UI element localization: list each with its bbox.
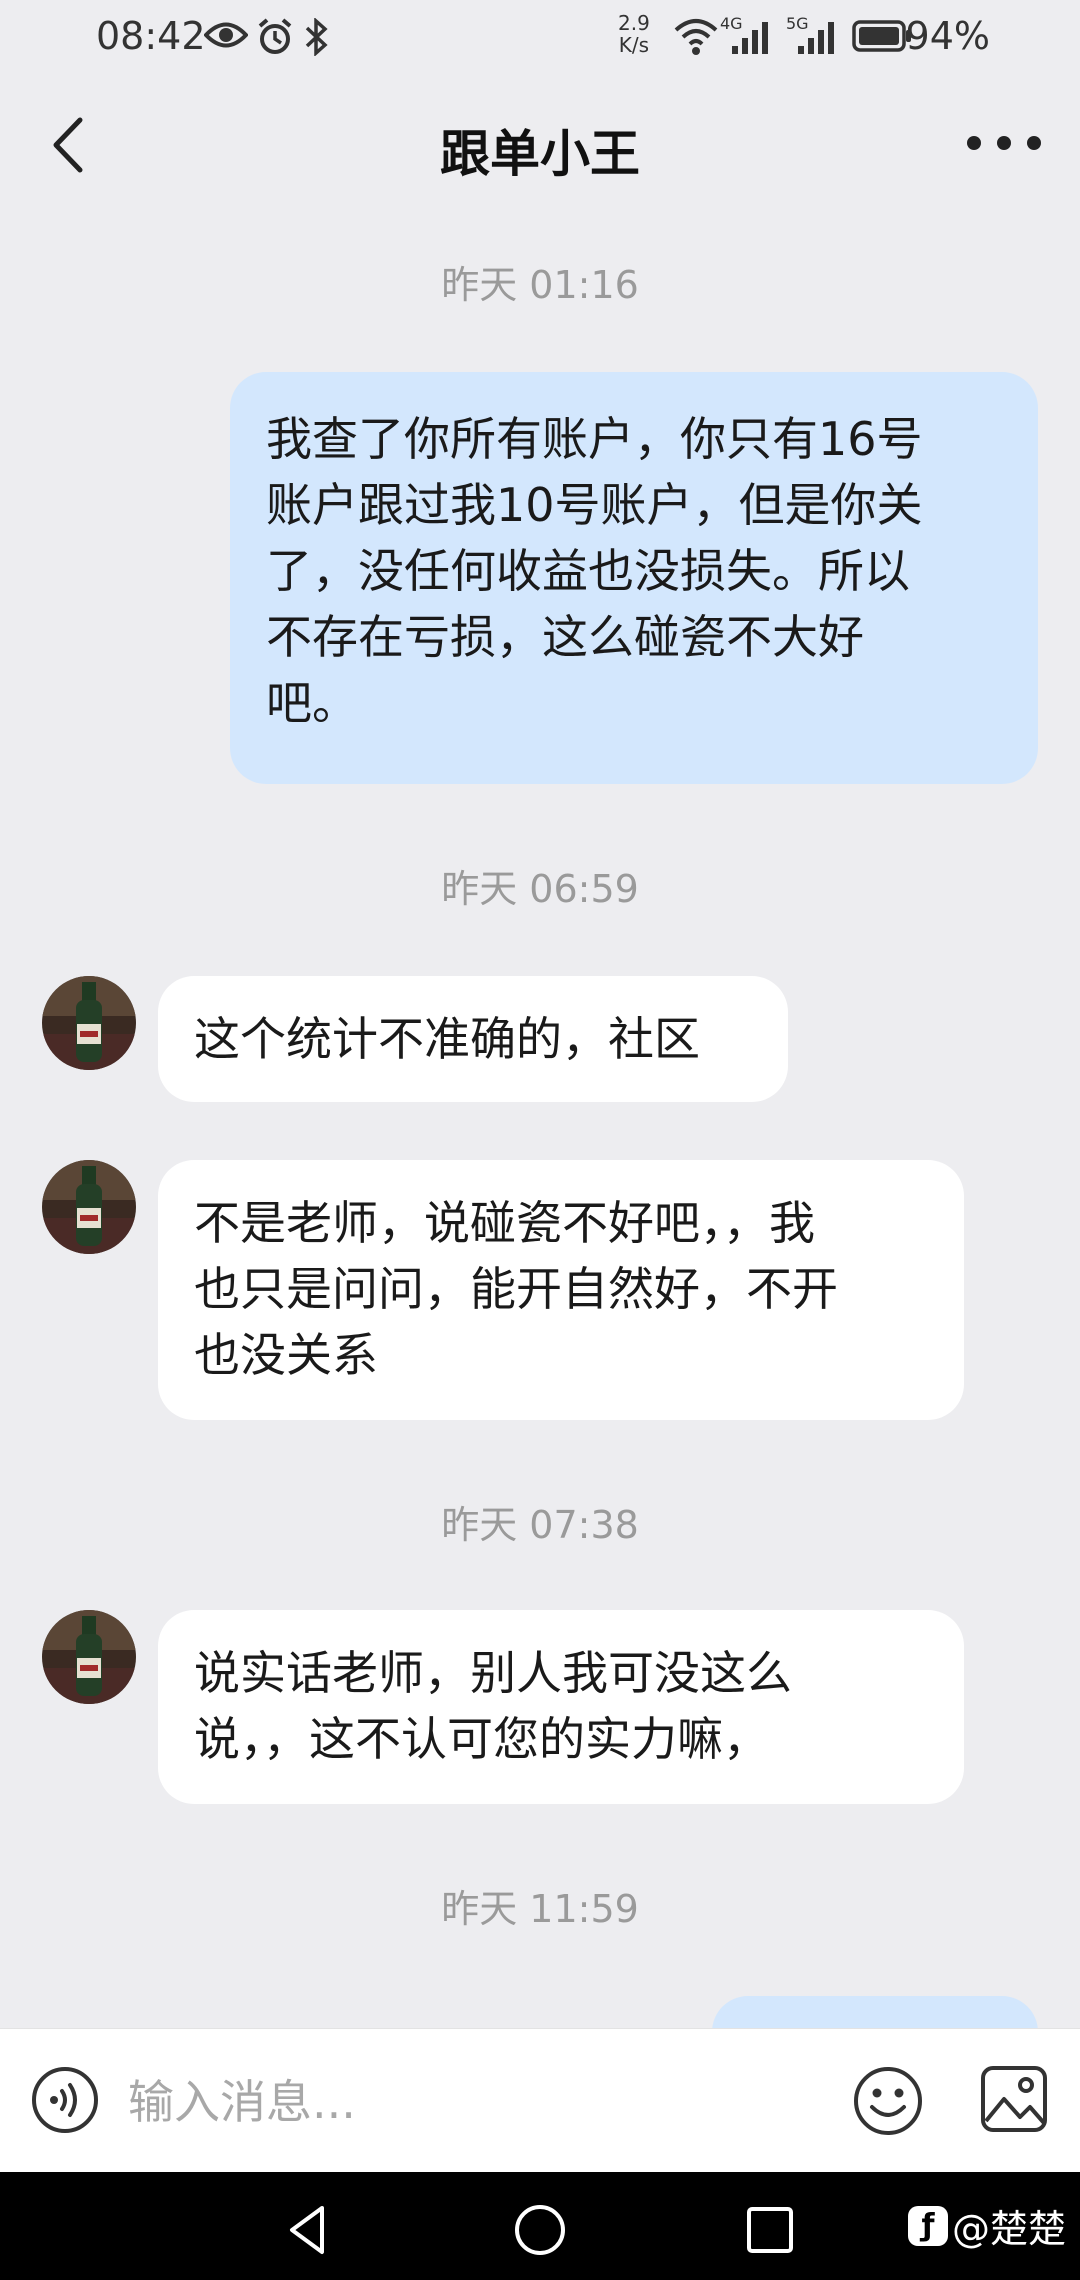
square-recents-icon bbox=[747, 2207, 793, 2253]
timestamp: 昨天 07:38 bbox=[441, 1503, 639, 1547]
message-line: 吧。 bbox=[266, 676, 358, 730]
timestamp: 昨天 11:59 bbox=[441, 1887, 639, 1931]
message-line: 说实话老师，别人我可没这么 bbox=[194, 1646, 792, 1700]
more-dots-icon bbox=[967, 136, 1041, 150]
watermark: ƒ @楚楚 bbox=[907, 2198, 1066, 2253]
status-bar: 08:42 2.9 K/s 4G 5G 94% bbox=[0, 0, 1080, 72]
chat-screen: 08:42 2.9 K/s 4G 5G 94% 跟单小王 昨天 01:16 我查… bbox=[0, 0, 1080, 2280]
message-line: 账户跟过我10号账户，但是你关 bbox=[266, 478, 923, 532]
network-speed-value: 2.9 bbox=[618, 11, 650, 35]
wine-bottle-avatar bbox=[42, 976, 136, 1070]
wine-bottle-avatar bbox=[42, 1160, 136, 1254]
avatar[interactable] bbox=[42, 976, 136, 1070]
watermark-text: @楚楚 bbox=[951, 2207, 1066, 2251]
watermark-logo-icon: ƒ bbox=[907, 2205, 948, 2246]
nav-home-button[interactable] bbox=[510, 2200, 570, 2260]
status-time: 08:42 bbox=[96, 14, 206, 58]
avatar[interactable] bbox=[42, 1160, 136, 1254]
voice-icon bbox=[32, 2067, 98, 2133]
message-bubble-outgoing[interactable]: 我查了你所有账户，你只有16号 账户跟过我10号账户，但是你关 了，没任何收益也… bbox=[230, 372, 1038, 784]
message-input[interactable] bbox=[128, 2057, 828, 2147]
more-options-button[interactable] bbox=[964, 118, 1044, 168]
timestamp: 昨天 01:16 bbox=[441, 263, 639, 307]
timestamp: 昨天 06:59 bbox=[441, 867, 639, 911]
nav-back-button[interactable] bbox=[280, 2200, 340, 2260]
message-bubble-incoming[interactable]: 这个统计不准确的，社区 bbox=[158, 976, 788, 1102]
battery-percent: 94% bbox=[905, 14, 990, 58]
message-line: 说，，这不认可您的实力嘛， bbox=[194, 1712, 769, 1766]
network-speed: 2.9 K/s bbox=[618, 12, 650, 56]
message-line: 不存在亏损，这么碰瓷不大好 bbox=[266, 610, 864, 664]
bluetooth-icon bbox=[305, 18, 328, 56]
message-line: 这个统计不准确的，社区 bbox=[194, 1012, 700, 1066]
image-button[interactable] bbox=[980, 2065, 1048, 2133]
circle-home-icon bbox=[515, 2205, 565, 2255]
signal-icon-1 bbox=[732, 22, 768, 54]
triangle-back-icon bbox=[290, 2206, 324, 2254]
eye-icon bbox=[204, 22, 248, 48]
message-input-bar bbox=[0, 2028, 1080, 2172]
wifi-icon bbox=[674, 19, 718, 55]
message-line: 不是老师，说碰瓷不好吧，，我 bbox=[194, 1196, 815, 1250]
voice-button[interactable] bbox=[30, 2065, 100, 2135]
chat-header: 跟单小王 bbox=[0, 80, 1080, 210]
message-line: 也只是问问，能开自然好，不开 bbox=[194, 1262, 838, 1316]
wine-bottle-avatar bbox=[42, 1610, 136, 1704]
signal-icon-2 bbox=[798, 22, 834, 54]
message-line: 了，没任何收益也没损失。所以 bbox=[266, 544, 910, 598]
message-bubble-incoming[interactable]: 不是老师，说碰瓷不好吧，，我 也只是问问，能开自然好，不开 也没关系 bbox=[158, 1160, 964, 1420]
avatar[interactable] bbox=[42, 1610, 136, 1704]
system-navigation-bar: ƒ @楚楚 bbox=[0, 2172, 1080, 2280]
alarm-icon bbox=[258, 18, 292, 54]
emoji-icon bbox=[854, 2067, 922, 2135]
network-speed-unit: K/s bbox=[618, 33, 650, 57]
message-line: 我查了你所有账户，你只有16号 bbox=[266, 412, 923, 466]
emoji-button[interactable] bbox=[852, 2065, 924, 2137]
nav-recents-button[interactable] bbox=[740, 2200, 800, 2260]
image-icon bbox=[981, 2066, 1047, 2132]
chat-title: 跟单小王 bbox=[440, 125, 640, 183]
message-bubble-incoming[interactable]: 说实话老师，别人我可没这么 说，，这不认可您的实力嘛， bbox=[158, 1610, 964, 1804]
battery-icon bbox=[852, 20, 911, 52]
message-line: 也没关系 bbox=[194, 1328, 378, 1382]
